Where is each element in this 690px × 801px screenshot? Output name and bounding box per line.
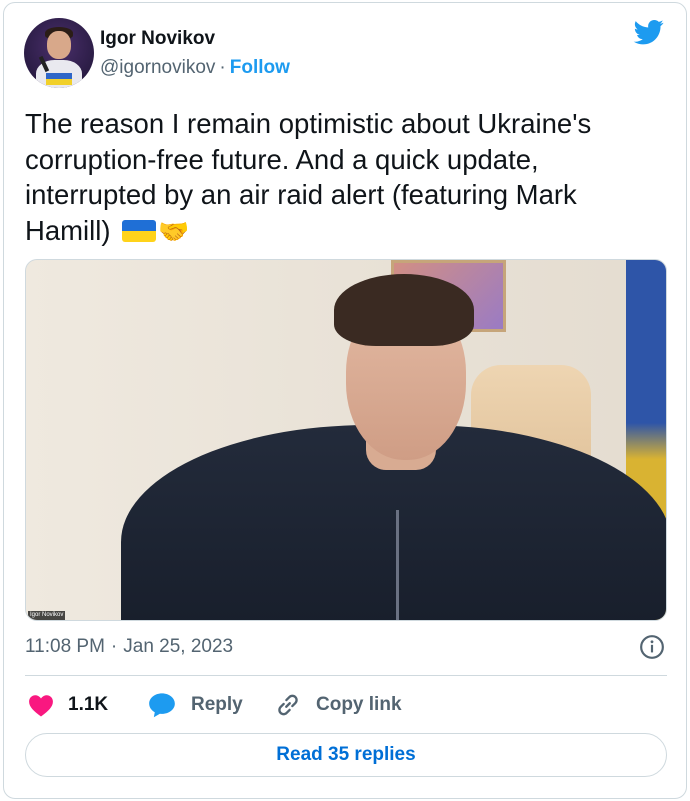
avatar[interactable] bbox=[24, 18, 94, 88]
video-media[interactable]: Igor Novikov bbox=[25, 259, 667, 621]
read-replies-button[interactable]: Read 35 replies bbox=[25, 733, 667, 777]
copy-link-label: Copy link bbox=[316, 694, 402, 715]
follow-button[interactable]: Follow bbox=[230, 57, 290, 78]
author-handle-line: @igornovikov · Follow bbox=[100, 57, 290, 79]
author-name[interactable]: Igor Novikov bbox=[100, 28, 215, 50]
tweet-body: The reason I remain optimistic about Ukr… bbox=[25, 108, 592, 246]
copy-link-button[interactable]: Copy link bbox=[274, 690, 402, 720]
tweet-timestamp[interactable]: 11:08 PM · Jan 25, 2023 bbox=[25, 636, 233, 658]
divider bbox=[25, 675, 667, 676]
like-button[interactable]: 1.1K bbox=[28, 690, 108, 720]
ukraine-flag-emoji bbox=[122, 219, 157, 242]
like-count: 1.1K bbox=[68, 694, 109, 715]
author-handle[interactable]: @igornovikov bbox=[100, 57, 215, 78]
timestamp-separator: · bbox=[110, 636, 118, 657]
info-icon[interactable] bbox=[639, 634, 665, 660]
tweet-text: The reason I remain optimistic about Ukr… bbox=[25, 106, 665, 250]
reply-label: Reply bbox=[191, 694, 243, 715]
reply-button[interactable]: Reply bbox=[148, 690, 243, 720]
tweet-date: Jan 25, 2023 bbox=[123, 636, 234, 657]
heart-icon bbox=[29, 695, 53, 717]
tweet-time: 11:08 PM bbox=[25, 636, 105, 657]
video-nameplate: Igor Novikov bbox=[28, 611, 66, 620]
handshake-emoji: 🤝 bbox=[158, 217, 190, 246]
reply-bubble-icon bbox=[149, 693, 175, 718]
link-icon bbox=[278, 694, 298, 716]
separator-dot: · bbox=[219, 57, 226, 78]
twitter-bird-icon[interactable] bbox=[632, 17, 666, 47]
